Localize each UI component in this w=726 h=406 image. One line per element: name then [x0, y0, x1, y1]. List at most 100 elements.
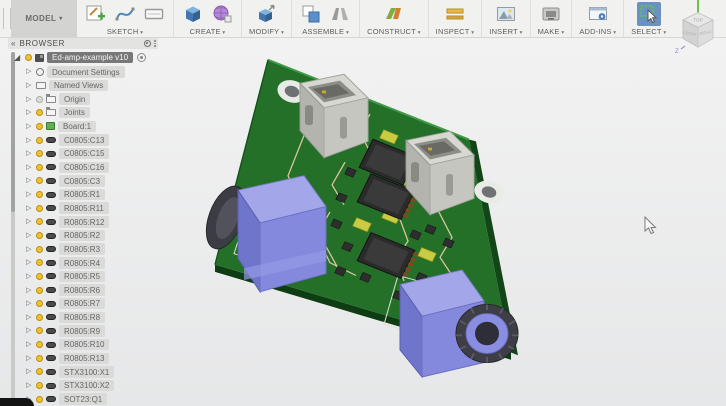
- browser-item-label[interactable]: R0805:R11: [59, 202, 109, 214]
- browser-item[interactable]: ▷SOT23:Q1: [26, 392, 168, 406]
- browser-item[interactable]: ▷ Document Settings: [26, 65, 168, 79]
- form-sphere-icon[interactable]: [210, 2, 234, 26]
- visibility-bulb-icon[interactable]: [36, 204, 43, 212]
- browser-item[interactable]: ▷ R0805:R9: [26, 324, 168, 338]
- browser-item-label[interactable]: R0805:R6: [59, 284, 106, 296]
- toolbar-grip[interactable]: [3, 8, 11, 29]
- visibility-bulb-icon[interactable]: [36, 150, 43, 158]
- collapse-panel-icon[interactable]: «: [11, 39, 15, 48]
- view-cube[interactable]: TOP FRONT RIGHT Z: [672, 0, 724, 60]
- expand-arrow-icon[interactable]: ▷: [26, 382, 33, 389]
- expand-arrow-icon[interactable]: ▷: [26, 300, 33, 307]
- expand-arrow-icon[interactable]: ▷: [26, 191, 33, 198]
- expand-arrow-icon[interactable]: ▷: [26, 164, 33, 171]
- panel-handle-dots-icon[interactable]: [154, 40, 156, 47]
- browser-item[interactable]: ▷ C0805:C16: [26, 160, 168, 174]
- browser-item[interactable]: ▷ R0805:R1: [26, 188, 168, 202]
- browser-header[interactable]: « BROWSER: [8, 38, 158, 49]
- visibility-bulb-icon[interactable]: [36, 272, 43, 280]
- toolbar-menu-insert[interactable]: INSERT: [489, 27, 522, 36]
- expand-arrow-icon[interactable]: ▷: [26, 82, 33, 89]
- press-pull-icon[interactable]: [255, 2, 279, 26]
- browser-item-label[interactable]: R0805:R10: [59, 338, 110, 351]
- expand-arrow-icon[interactable]: ▷: [26, 368, 33, 375]
- workspace-switcher[interactable]: MODEL: [11, 0, 77, 37]
- scripts-addins-icon[interactable]: [586, 2, 610, 26]
- expand-arrow-icon[interactable]: ▷: [26, 246, 33, 253]
- browser-item[interactable]: ▷ Joints: [26, 106, 168, 120]
- expand-arrow-icon[interactable]: ▷: [26, 314, 33, 321]
- browser-item-label[interactable]: SOT23:Q1: [59, 393, 108, 405]
- expand-arrow-icon[interactable]: ▷: [26, 355, 33, 362]
- browser-item-label[interactable]: Origin: [59, 93, 91, 105]
- browser-item-label[interactable]: R0805:R4: [59, 257, 106, 269]
- spline-icon[interactable]: [113, 2, 137, 26]
- browser-item[interactable]: ▷ Board:1: [26, 120, 168, 134]
- expand-collapse-icon[interactable]: ◢: [14, 53, 22, 62]
- browser-item-label[interactable]: R0805:R8: [59, 311, 106, 324]
- construction-plane-icon[interactable]: [382, 2, 406, 26]
- browser-settings-gear-icon[interactable]: [144, 40, 151, 47]
- expand-arrow-icon[interactable]: ▷: [26, 287, 33, 294]
- browser-item[interactable]: ▷ R0805:R13: [26, 351, 168, 365]
- visibility-bulb-icon[interactable]: [36, 95, 43, 103]
- browser-item-label[interactable]: STX3100:X1: [59, 366, 115, 378]
- expand-arrow-icon[interactable]: ▷: [26, 218, 33, 225]
- browser-item-label[interactable]: Board:1: [58, 120, 97, 133]
- expand-arrow-icon[interactable]: ▷: [26, 68, 33, 75]
- toolbar-menu-sketch[interactable]: SKETCH: [107, 27, 143, 36]
- ground-pin-icon[interactable]: [137, 53, 147, 62]
- measure-icon[interactable]: [443, 2, 467, 26]
- toolbar-menu-construct[interactable]: CONSTRUCT: [367, 27, 421, 36]
- root-component-label[interactable]: Ed-amp-example v10: [47, 51, 134, 64]
- visibility-bulb-icon[interactable]: [36, 136, 43, 144]
- visibility-bulb-icon[interactable]: [36, 218, 43, 226]
- expand-arrow-icon[interactable]: ▷: [26, 177, 33, 184]
- visibility-bulb-icon[interactable]: [36, 122, 43, 130]
- expand-arrow-icon[interactable]: ▷: [26, 137, 33, 144]
- visibility-bulb-icon[interactable]: [36, 341, 43, 349]
- browser-item-label[interactable]: R0805:R1: [59, 188, 106, 201]
- browser-item[interactable]: ▷ C0805:C13: [26, 133, 168, 147]
- visibility-bulb-icon[interactable]: [36, 191, 43, 199]
- browser-item-label[interactable]: R0805:R3: [59, 243, 106, 255]
- toolbar-menu-assemble[interactable]: ASSEMBLE: [302, 27, 349, 36]
- browser-item-label[interactable]: R0805:R5: [59, 270, 106, 283]
- visibility-bulb-icon[interactable]: [36, 286, 43, 294]
- browser-item[interactable]: ▷ R0805:R2: [26, 229, 168, 243]
- browser-item-label[interactable]: C0805:C15: [59, 147, 110, 160]
- browser-item[interactable]: ▷ C0805:C15: [26, 147, 168, 161]
- toolbar-menu-make[interactable]: MAKE: [538, 27, 565, 36]
- browser-root-item[interactable]: ◢ Ed-amp-example v10: [14, 51, 147, 64]
- browser-item[interactable]: ▷ STX3100:X2: [26, 379, 168, 393]
- visibility-bulb-icon[interactable]: [36, 395, 43, 403]
- create-sketch-icon[interactable]: [84, 2, 108, 26]
- browser-item[interactable]: ▷ R0805:R4: [26, 256, 168, 270]
- browser-item[interactable]: ▷ R0805:R8: [26, 311, 168, 325]
- expand-arrow-icon[interactable]: ▷: [26, 273, 33, 280]
- expand-arrow-icon[interactable]: ▷: [26, 205, 33, 212]
- toolbar-menu-inspect[interactable]: INSPECT: [436, 27, 475, 36]
- expand-arrow-icon[interactable]: ▷: [26, 109, 33, 116]
- align-icon[interactable]: [328, 2, 352, 26]
- visibility-bulb-icon[interactable]: [36, 109, 43, 117]
- visibility-bulb-icon[interactable]: [36, 259, 43, 267]
- joint-icon[interactable]: [299, 2, 323, 26]
- extrude-box-icon[interactable]: [181, 2, 205, 26]
- browser-item-label[interactable]: Document Settings: [47, 66, 125, 78]
- visibility-bulb-icon[interactable]: [36, 232, 43, 239]
- visibility-bulb-icon[interactable]: [25, 54, 32, 61]
- make-print-icon[interactable]: [539, 2, 563, 26]
- insert-image-icon[interactable]: [494, 2, 518, 26]
- browser-item-label[interactable]: R0805:R2: [59, 229, 106, 242]
- visibility-bulb-icon[interactable]: [36, 163, 43, 171]
- expand-arrow-icon[interactable]: ▷: [26, 327, 33, 334]
- visibility-bulb-icon[interactable]: [36, 313, 43, 321]
- expand-arrow-icon[interactable]: ▷: [26, 232, 33, 239]
- browser-item-label[interactable]: Named Views: [49, 79, 109, 92]
- visibility-bulb-icon[interactable]: [36, 177, 43, 185]
- browser-item-label[interactable]: R0805:R12: [59, 216, 110, 228]
- scrollbar-thumb[interactable]: [11, 52, 15, 212]
- browser-item-label[interactable]: C0805:C3: [59, 175, 106, 187]
- toolbar-menu-addins[interactable]: ADD-INS: [579, 27, 616, 36]
